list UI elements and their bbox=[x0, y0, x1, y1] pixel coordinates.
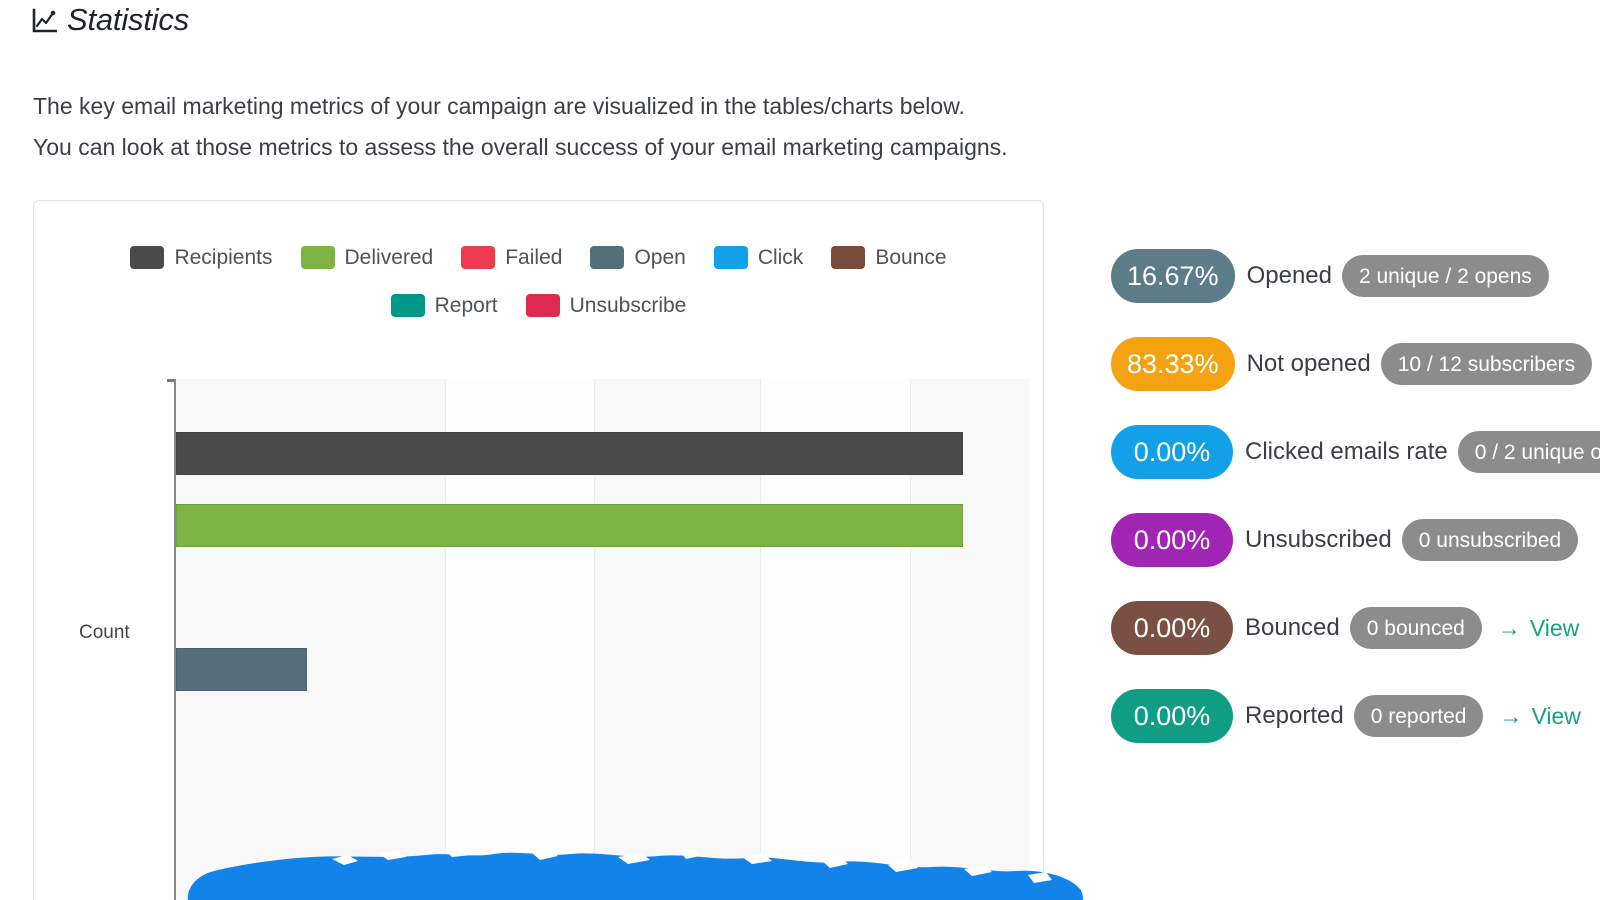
legend-item-failed[interactable]: Failed bbox=[461, 245, 563, 269]
legend-label-open: Open bbox=[634, 245, 686, 269]
intro-paragraph: The key email marketing metrics of your … bbox=[33, 86, 1008, 168]
y-axis-label: Count bbox=[79, 622, 130, 643]
legend-label-bounce: Bounce bbox=[875, 245, 947, 269]
line-chart-icon bbox=[31, 8, 58, 34]
stat-percent-badge: 0.00% bbox=[1111, 425, 1233, 479]
stat-percent-badge: 16.67% bbox=[1111, 249, 1235, 303]
legend-swatch-bounce bbox=[831, 245, 866, 269]
stat-label: Bounced bbox=[1245, 614, 1340, 641]
chart-card: Recipients Delivered Failed Open Click B… bbox=[33, 200, 1084, 900]
legend-item-report[interactable]: Report bbox=[390, 293, 498, 317]
stat-row: 16.67% Opened 2 unique / 2 opens bbox=[1111, 232, 1600, 320]
legend-swatch-report bbox=[390, 293, 425, 317]
view-link-label: View bbox=[1531, 702, 1581, 729]
stat-row: 83.33% Not opened 10 / 12 subscribers bbox=[1111, 320, 1600, 408]
stat-count-badge: 0 unsubscribed bbox=[1401, 519, 1579, 561]
legend-row-2: Report Unsubscribe bbox=[34, 281, 1043, 329]
legend-label-click: Click bbox=[757, 245, 804, 269]
page-title: Statistics bbox=[31, 4, 189, 35]
statistics-summary-list: 16.67% Opened 2 unique / 2 opens 83.33% Not … bbox=[1111, 232, 1600, 760]
stat-label: Unsubscribed bbox=[1245, 526, 1392, 553]
stat-percent-badge: 83.33% bbox=[1111, 337, 1235, 391]
plot-inner bbox=[176, 379, 1029, 900]
legend-item-recipients[interactable]: Recipients bbox=[130, 245, 273, 269]
stat-label: Opened bbox=[1246, 262, 1332, 289]
stat-label: Reported bbox=[1245, 702, 1344, 729]
legend-swatch-delivered bbox=[300, 245, 335, 269]
legend-label-delivered: Delivered bbox=[344, 245, 434, 269]
stat-label: Clicked emails rate bbox=[1245, 438, 1448, 465]
legend-label-recipients: Recipients bbox=[174, 245, 273, 269]
page-title-text: Statistics bbox=[67, 2, 190, 37]
legend-item-unsubscribe[interactable]: Unsubscribe bbox=[525, 293, 687, 317]
statistics-page: Statistics The key email marketing metri… bbox=[0, 0, 1600, 900]
legend-item-click[interactable]: Click bbox=[713, 245, 804, 269]
legend-label-failed: Failed bbox=[505, 245, 563, 269]
stat-count-badge: 10 / 12 subscribers bbox=[1380, 343, 1593, 385]
stat-count-badge: 2 unique / 2 opens bbox=[1341, 255, 1549, 297]
legend-swatch-click bbox=[713, 245, 748, 269]
bar-recipients[interactable] bbox=[176, 432, 963, 475]
legend-item-bounce[interactable]: Bounce bbox=[831, 245, 947, 269]
view-link[interactable]: → View bbox=[1497, 614, 1580, 641]
stat-label: Not opened bbox=[1246, 350, 1371, 377]
stat-row: 0.00% Unsubscribed 0 unsubscribed bbox=[1111, 496, 1600, 584]
arrow-right-icon: → bbox=[1497, 614, 1521, 641]
intro-line-1: The key email marketing metrics of your … bbox=[33, 93, 965, 119]
stat-percent-badge: 0.00% bbox=[1111, 513, 1233, 567]
legend-swatch-recipients bbox=[130, 245, 165, 269]
stat-percent-badge: 0.00% bbox=[1111, 689, 1233, 743]
legend-item-delivered[interactable]: Delivered bbox=[300, 245, 434, 269]
stat-row: 0.00% Clicked emails rate 0 / 2 unique ope… bbox=[1111, 408, 1600, 496]
legend-label-unsubscribe: Unsubscribe bbox=[569, 293, 687, 317]
legend-swatch-open bbox=[590, 245, 625, 269]
bar-chart-plot: Count bbox=[79, 379, 1029, 900]
stat-percent-badge: 0.00% bbox=[1111, 601, 1233, 655]
view-link[interactable]: → View bbox=[1499, 702, 1581, 729]
legend-swatch-failed bbox=[461, 245, 496, 269]
view-link-label: View bbox=[1529, 614, 1580, 641]
legend-row-1: Recipients Delivered Failed Open Click B… bbox=[34, 233, 1043, 281]
bar-delivered[interactable] bbox=[176, 504, 963, 547]
legend-swatch-unsubscribe bbox=[525, 293, 560, 317]
stat-count-badge: 0 bounced bbox=[1349, 607, 1482, 649]
stat-row: 0.00% Reported 0 reported → View bbox=[1111, 672, 1600, 760]
arrow-right-icon: → bbox=[1499, 702, 1523, 729]
stat-count-badge: 0 reported bbox=[1353, 695, 1484, 737]
bar-open[interactable] bbox=[176, 648, 307, 691]
legend-label-report: Report bbox=[434, 293, 498, 317]
intro-line-2: You can look at those metrics to assess … bbox=[33, 134, 1008, 160]
legend-item-open[interactable]: Open bbox=[590, 245, 686, 269]
stat-count-badge: 0 / 2 unique opens bbox=[1457, 431, 1600, 473]
chart-legend: Recipients Delivered Failed Open Click B… bbox=[34, 233, 1043, 329]
stat-row: 0.00% Bounced 0 bounced → View bbox=[1111, 584, 1600, 672]
